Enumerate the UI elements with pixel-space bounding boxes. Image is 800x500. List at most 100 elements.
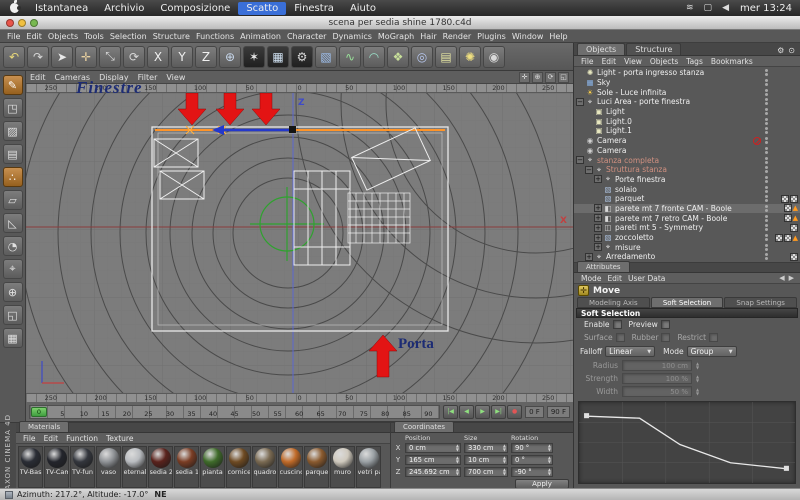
tab-coordinates[interactable]: Coordinates: [394, 421, 455, 432]
goto-end-button[interactable]: ▶|: [491, 404, 507, 419]
toggle-views-icon[interactable]: ◱: [558, 71, 569, 83]
collapse-toggle[interactable]: −: [576, 156, 584, 165]
tree-item-camera[interactable]: ◉ Camera: [574, 146, 800, 156]
viewport-menu-view[interactable]: View: [166, 73, 185, 82]
live-selection-button[interactable]: ➤: [51, 45, 73, 68]
menu-objects[interactable]: Objects: [45, 32, 81, 41]
render-settings-button[interactable]: ⚙: [291, 45, 313, 68]
material-vetri-pa[interactable]: vetri pa: [356, 446, 381, 488]
viewport-layout-button[interactable]: ◱: [2, 305, 23, 325]
minimize-window-button[interactable]: [18, 18, 26, 27]
menu-help[interactable]: Help: [546, 32, 570, 41]
expand-toggle[interactable]: +: [594, 204, 602, 213]
soft-selection-header[interactable]: Soft Selection: [576, 308, 798, 318]
rotate-view-icon[interactable]: ⟳: [545, 71, 556, 83]
tree-item-stanza-completa[interactable]: − ⌖ stanza completa: [574, 155, 800, 165]
texture-tag-icon[interactable]: [790, 223, 798, 232]
add-spline-button[interactable]: ∿: [339, 45, 361, 68]
points-mode-button[interactable]: ∴: [2, 167, 23, 187]
tree-item-parete-mt-7-retro-cam-boole[interactable]: + ◧ parete mt 7 retro CAM - Boole ▲: [574, 213, 800, 223]
objects-menu-tags[interactable]: Tags: [683, 57, 706, 66]
width-stepper[interactable]: ▲ ▼: [696, 387, 699, 396]
materials-menu-function[interactable]: Function: [63, 434, 101, 443]
menu-selection[interactable]: Selection: [107, 32, 150, 41]
strength-stepper[interactable]: ▲ ▼: [696, 374, 699, 383]
expand-toggle[interactable]: +: [594, 243, 602, 252]
search-icon[interactable]: ⊙: [786, 46, 797, 55]
tree-item-sole-luce-infinita[interactable]: ☀ Sole - Luce infinita: [574, 87, 800, 97]
material-cornice[interactable]: cornice: [226, 446, 251, 488]
model-mode-button[interactable]: ◳: [2, 98, 23, 118]
material-sedia-1[interactable]: sedia 1: [174, 446, 199, 488]
tree-item-sky[interactable]: ▦ Sky: [574, 78, 800, 88]
material-pianta[interactable]: pianta: [200, 446, 225, 488]
menubar-item-finestra[interactable]: Finestra: [286, 2, 342, 15]
visibility-toggles[interactable]: [765, 204, 768, 212]
expand-toggle[interactable]: +: [594, 214, 602, 223]
add-scene-object-button[interactable]: ▤: [435, 45, 457, 68]
y-size-field[interactable]: 10 cm ▲ ▼: [464, 455, 508, 465]
scale-tool-button[interactable]: ⤡: [99, 45, 121, 68]
material-sedia-2[interactable]: sedia 2: [148, 446, 173, 488]
coordinate-system-button[interactable]: ⊕: [219, 45, 241, 68]
radius-stepper[interactable]: ▲ ▼: [696, 361, 699, 370]
texture-tag-icon[interactable]: [783, 214, 792, 223]
menubar-clock[interactable]: mer 13:24: [734, 3, 792, 14]
texture-tag-icon[interactable]: [783, 204, 792, 213]
timeline-playhead[interactable]: 0: [31, 406, 47, 417]
menubar-item-composizione[interactable]: Composizione: [152, 2, 238, 15]
collapse-toggle[interactable]: −: [585, 165, 593, 174]
texture-tag-icon[interactable]: [783, 233, 792, 242]
z-size-field[interactable]: 700 cm ▲ ▼: [464, 467, 508, 477]
menu-character[interactable]: Character: [284, 32, 330, 41]
tree-item-parete-mt-7-fronte-cam-boole[interactable]: + ◧ parete mt 7 fronte CAM - Boole ▲: [574, 203, 800, 214]
render-to-picture-viewer-button[interactable]: ▦: [267, 45, 289, 68]
tree-item-camera[interactable]: ◉ Camera: [574, 136, 800, 146]
restrict-checkbox[interactable]: [709, 333, 719, 342]
tab-attributes[interactable]: Attributes: [577, 261, 630, 272]
menu-file[interactable]: File: [4, 32, 23, 41]
close-window-button[interactable]: [6, 18, 14, 27]
visibility-toggles[interactable]: [765, 137, 768, 145]
falloff-curve[interactable]: [578, 401, 796, 484]
menu-hair[interactable]: Hair: [417, 32, 439, 41]
lock-z-axis-button[interactable]: Z: [195, 45, 217, 68]
display-icon[interactable]: ▢: [699, 3, 718, 13]
texture-mode-button[interactable]: ▨: [2, 121, 23, 141]
object-axis-mode-button[interactable]: ⌖: [2, 259, 23, 279]
menubar-item-aiuto[interactable]: Aiuto: [342, 2, 384, 15]
menu-edit[interactable]: Edit: [23, 32, 45, 41]
texture-axis-mode-button[interactable]: ⊕: [2, 282, 23, 302]
materials-menu-texture[interactable]: Texture: [103, 434, 136, 443]
visibility-toggles[interactable]: [765, 127, 768, 135]
play-backward-button[interactable]: ◀: [459, 404, 475, 419]
visibility-toggles[interactable]: [765, 117, 768, 125]
material-vaso[interactable]: vaso: [96, 446, 121, 488]
radius-field[interactable]: 100 cm: [622, 360, 692, 371]
z-rotation-field[interactable]: -90 ° ▲ ▼: [511, 467, 553, 477]
materials-menu-file[interactable]: File: [20, 434, 39, 443]
material-eternal[interactable]: eternal: [122, 446, 147, 488]
move-tool-button[interactable]: ✛: [75, 45, 97, 68]
tree-item-luci-area-porte-finestra[interactable]: − ⌖ Luci Area - porte finestra: [574, 97, 800, 107]
tab-modeling-axis[interactable]: Modeling Axis: [577, 297, 650, 308]
animation-mode-button[interactable]: ◔: [2, 236, 23, 256]
enable-checkbox[interactable]: [612, 320, 622, 329]
rotate-tool-button[interactable]: ⟳: [123, 45, 145, 68]
lock-y-axis-button[interactable]: Y: [171, 45, 193, 68]
attributes-menu-edit[interactable]: Edit: [604, 274, 625, 283]
menubar-item-istantanea[interactable]: Istantanea: [27, 2, 96, 15]
objects-menu-bookmarks[interactable]: Bookmarks: [708, 57, 756, 66]
texture-tag-icon[interactable]: [774, 233, 783, 242]
texture-tag-icon[interactable]: [790, 194, 798, 203]
tab-objects[interactable]: Objects: [577, 43, 626, 55]
material-quadro[interactable]: quadro: [252, 446, 277, 488]
forward-arrow-icon[interactable]: ▶: [787, 274, 796, 282]
tab-structure[interactable]: Structure: [626, 43, 682, 55]
visibility-toggles[interactable]: [765, 146, 768, 154]
tree-item-porte-finestra[interactable]: + ⌖ Porte finestra: [574, 174, 800, 185]
make-editable-button[interactable]: ✎: [2, 75, 23, 95]
play-forward-button[interactable]: ▶: [475, 404, 491, 419]
add-light-button[interactable]: ✺: [459, 45, 481, 68]
y-position-field[interactable]: 165 cm ▲ ▼: [405, 455, 461, 465]
